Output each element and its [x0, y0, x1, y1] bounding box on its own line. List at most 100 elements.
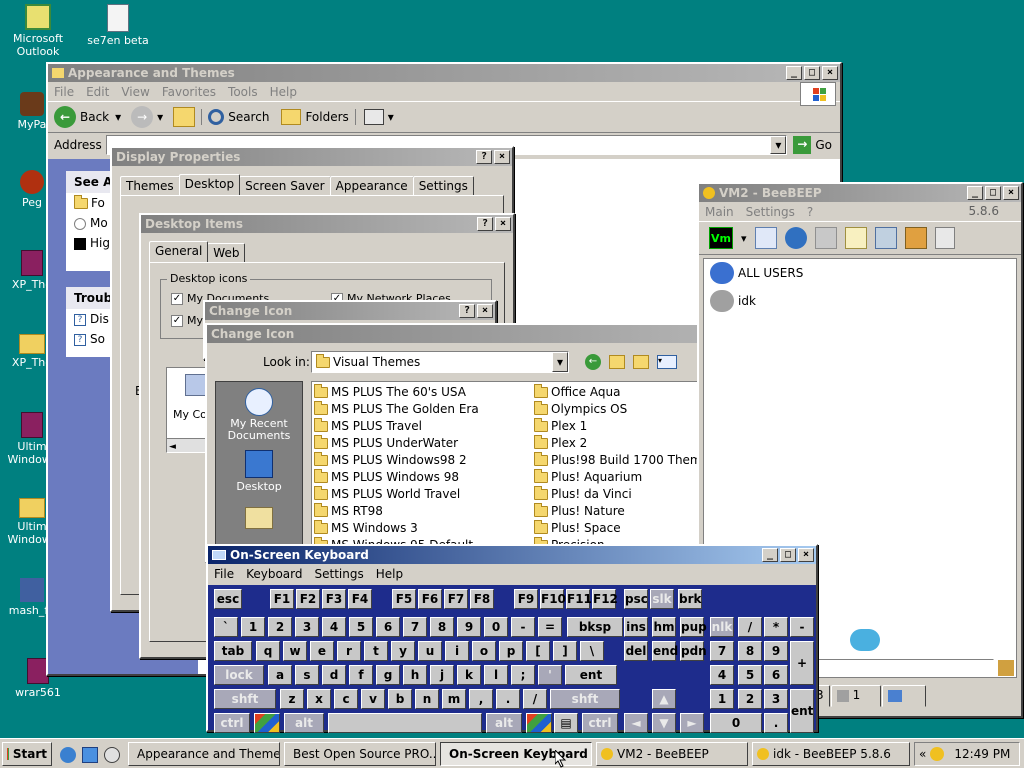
file-list-item[interactable]: MS RT98 — [314, 503, 532, 520]
desktop-icon-se7en[interactable]: se7en beta — [82, 4, 154, 47]
taskbar-button-vm2-beebeep[interactable]: VM2 - BeeBEEP — [596, 742, 748, 766]
tab-general[interactable]: General — [149, 241, 209, 263]
key-k[interactable]: k — [457, 665, 481, 685]
key-f12[interactable]: F12 — [592, 589, 618, 609]
key-shft[interactable]: shft — [550, 689, 620, 709]
key-right-arrow[interactable]: ► — [680, 713, 704, 733]
menu-help[interactable]: Help — [264, 85, 303, 99]
key-pup[interactable]: pup — [680, 617, 707, 637]
key-v[interactable]: v — [361, 689, 385, 709]
key-_[interactable]: - — [790, 617, 814, 637]
key-shft[interactable]: shft — [214, 689, 276, 709]
views-button[interactable]: ▾ — [354, 109, 402, 125]
key-_[interactable]: / — [523, 689, 547, 709]
back-icon[interactable]: ← — [585, 354, 601, 370]
status-dropdown-icon[interactable]: ▾ — [741, 232, 747, 245]
key-esc[interactable]: esc — [214, 589, 242, 609]
search-button[interactable]: Search — [201, 109, 275, 125]
maximize-button[interactable]: □ — [780, 548, 796, 562]
user-list-item[interactable]: ALL USERS — [704, 259, 1016, 287]
key-tab[interactable]: tab — [214, 641, 252, 661]
key-m[interactable]: m — [442, 689, 466, 709]
close-button[interactable]: × — [477, 304, 493, 318]
quick-launch-ie-icon[interactable] — [60, 747, 76, 763]
key-hm[interactable]: hm — [652, 617, 676, 637]
key-ent[interactable]: ent — [565, 665, 617, 685]
key-g[interactable]: g — [376, 665, 400, 685]
go-button[interactable]: → Go — [787, 136, 838, 154]
checkbox-my-computer[interactable]: ✓ My — [171, 314, 203, 327]
file-list-item[interactable]: MS PLUS The Golden Era — [314, 401, 532, 418]
key-w[interactable]: w — [283, 641, 307, 661]
key-r[interactable]: r — [337, 641, 361, 661]
key-_[interactable]: [ — [526, 641, 550, 661]
key-nlk[interactable]: nlk — [710, 617, 734, 637]
key-7[interactable]: 7 — [403, 617, 427, 637]
key-_[interactable]: / — [738, 617, 762, 637]
tray-expand-icon[interactable]: « — [919, 747, 926, 761]
display-properties-titlebar[interactable]: Display Properties ? × — [112, 148, 512, 166]
key-f11[interactable]: F11 — [566, 589, 592, 609]
maximize-button[interactable]: □ — [985, 186, 1001, 200]
key-f1[interactable]: F1 — [270, 589, 294, 609]
close-button[interactable]: × — [1003, 186, 1019, 200]
preview-scrollbar[interactable]: ◄ — [167, 438, 207, 452]
key-0[interactable]: 0 — [710, 713, 762, 733]
menu-help[interactable]: ? — [801, 205, 819, 219]
change-icon-titlebar[interactable]: Change Icon ? × — [207, 325, 765, 343]
file-list-item[interactable]: MS PLUS Windows 98 — [314, 469, 532, 486]
quick-launch-explorer-icon[interactable] — [82, 747, 98, 763]
desktop-icon-outlook[interactable]: Microsoft Outlook — [2, 4, 74, 58]
key-_[interactable]: ; — [511, 665, 535, 685]
key-_[interactable]: = — [538, 617, 562, 637]
key-psc[interactable]: psc — [624, 589, 648, 609]
menu-file[interactable]: File — [208, 567, 240, 581]
beebeep-titlebar[interactable]: VM2 - BeeBEEP _ □ × — [699, 184, 1021, 202]
key-2[interactable]: 2 — [268, 617, 292, 637]
key-h[interactable]: h — [403, 665, 427, 685]
key-b[interactable]: b — [388, 689, 412, 709]
place-desktop[interactable]: Desktop — [216, 442, 302, 493]
key-x[interactable]: x — [307, 689, 331, 709]
tab-settings[interactable]: Settings — [412, 176, 474, 196]
back-button[interactable]: ← Back ▾ — [48, 106, 127, 128]
menu-keyboard[interactable]: Keyboard — [240, 567, 308, 581]
key-3[interactable]: 3 — [295, 617, 319, 637]
key-_[interactable]: \ — [580, 641, 604, 661]
menu-file[interactable]: File — [48, 85, 80, 99]
key-1[interactable]: 1 — [241, 617, 265, 637]
menu-favorites[interactable]: Favorites — [156, 85, 222, 99]
key-_[interactable]: . — [496, 689, 520, 709]
key-f6[interactable]: F6 — [418, 589, 442, 609]
tab-screen-saver[interactable]: Screen Saver — [239, 176, 331, 196]
key-_[interactable]: . — [764, 713, 788, 733]
key-t[interactable]: t — [364, 641, 388, 661]
key-f3[interactable]: F3 — [322, 589, 346, 609]
menu-tools[interactable]: Tools — [222, 85, 264, 99]
edit-profile-icon[interactable] — [754, 227, 777, 249]
tab-desktop[interactable]: Desktop — [178, 174, 241, 196]
help-button[interactable]: ? — [459, 304, 475, 318]
key-6[interactable]: 6 — [764, 665, 788, 685]
key-end[interactable]: end — [652, 641, 678, 661]
clear-broom-icon[interactable] — [998, 660, 1014, 676]
help-button[interactable]: ? — [477, 217, 493, 231]
key-p[interactable]: p — [499, 641, 523, 661]
key-up-arrow[interactable]: ▲ — [652, 689, 676, 709]
view-menu-icon[interactable]: ▾ — [657, 355, 677, 369]
key-_[interactable]: ' — [538, 665, 562, 685]
menu-help[interactable]: Help — [370, 567, 409, 581]
explorer-titlebar[interactable]: Appearance and Themes _ □ × — [48, 64, 840, 82]
share-icon[interactable] — [814, 227, 837, 249]
maximize-button[interactable]: □ — [804, 66, 820, 80]
close-button[interactable]: × — [494, 150, 510, 164]
key-space[interactable] — [328, 713, 482, 733]
key-ctrl[interactable]: ctrl — [214, 713, 250, 733]
key-3[interactable]: 3 — [764, 689, 788, 709]
key-bksp[interactable]: bksp — [567, 617, 623, 637]
key-a[interactable]: a — [268, 665, 292, 685]
menu-edit[interactable]: Edit — [80, 85, 115, 99]
menu-settings[interactable]: Settings — [740, 205, 801, 219]
tab-chats[interactable] — [881, 685, 926, 707]
key-application-menu[interactable]: ▤ — [554, 713, 578, 733]
